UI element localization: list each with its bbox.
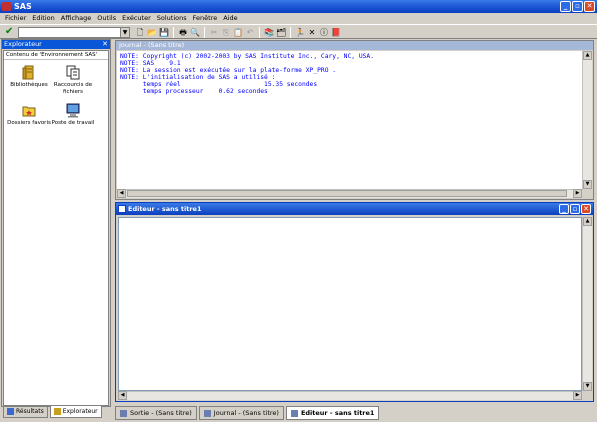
menu-aide[interactable]: Aide (220, 13, 240, 24)
menu-bar: Fichier Edition Affichage Outils Exécute… (0, 13, 597, 24)
close-icon[interactable]: ✕ (102, 40, 108, 49)
toolbar-icons: 🗋 📂 💾 🖶 🔍 ✂ ⎘ 📋 ↶ 📚 🗂 🏃 ✕ ⓘ 📕 (135, 27, 341, 38)
menu-fenetre[interactable]: Fenêtre (190, 13, 221, 24)
scroll-down-icon[interactable]: ▼ (583, 382, 592, 391)
output-icon (120, 409, 127, 417)
print-preview-icon[interactable]: 🔍 (190, 28, 200, 38)
tab-explorateur[interactable]: Explorateur (49, 406, 102, 418)
journal-window: Journal - (Sans titre) NOTE: Copyright (… (115, 40, 594, 200)
journal-title: Journal - (Sans titre) (116, 41, 593, 50)
explorer-item-bibliotheques[interactable]: Bibliothèques (6, 65, 52, 89)
clear-x-icon[interactable]: ✕ (307, 28, 317, 38)
tab-label: Résultats (16, 407, 44, 415)
tab-label: Editeur - sans titre1 (300, 409, 375, 417)
library-icon (22, 65, 36, 80)
explorer-item-raccourcis[interactable]: Raccourcis de fichiers (50, 65, 96, 96)
editor-title: Editeur - sans titre1 (128, 205, 202, 213)
window-tabs-bar: Sortie - (Sans titre) Journal - (Sans ti… (113, 404, 597, 422)
copy-icon[interactable]: ⎘ (221, 28, 231, 38)
explorer-item-label: Raccourcis de fichiers (53, 82, 93, 95)
favorite-folders-icon (22, 103, 36, 118)
scroll-right-icon[interactable]: ▶ (573, 189, 582, 198)
editor-horizontal-scrollbar[interactable]: ◀ ▶ (118, 391, 582, 400)
new-library-icon[interactable]: 📚 (264, 28, 274, 38)
scroll-up-icon[interactable]: ▲ (583, 51, 592, 60)
explorer-title: Explorateur (4, 40, 42, 48)
submit-check-icon[interactable]: ✔ (5, 26, 16, 38)
tab-label: Sortie - (Sans titre) (130, 409, 192, 417)
file-shortcuts-icon (66, 65, 80, 80)
undo-icon[interactable]: ↶ (245, 28, 255, 38)
menu-affichage[interactable]: Affichage (58, 13, 95, 24)
log-line: NOTE: Copyright (c) 2002-2003 by SAS Ins… (120, 53, 375, 60)
scroll-up-icon[interactable]: ▲ (583, 217, 592, 226)
editor-title-bar: Editeur - sans titre1 _ ▫ ✕ (116, 203, 593, 215)
editor-tab-icon (290, 409, 298, 417)
menu-outils[interactable]: Outils (94, 13, 119, 24)
help-info-icon[interactable]: ⓘ (319, 28, 329, 38)
scroll-thumb[interactable] (127, 190, 567, 197)
menu-fichier[interactable]: Fichier (2, 13, 29, 24)
scroll-left-icon[interactable]: ◀ (117, 189, 126, 198)
explorer-tab-icon (53, 408, 61, 415)
explorer-tabs: Résultats Explorateur (1, 406, 111, 420)
window-controls: _ ▫ ✕ (560, 1, 595, 12)
tab-sortie[interactable]: Sortie - (Sans titre) (115, 406, 197, 420)
explorer-item-poste-de-travail[interactable]: Poste de travail (50, 103, 96, 127)
maximize-button[interactable]: ▫ (570, 204, 580, 214)
journal-horizontal-scrollbar[interactable]: ◀ ▶ (117, 189, 582, 198)
editor-text-area[interactable] (118, 217, 582, 391)
log-icon (203, 409, 211, 417)
paste-icon[interactable]: 📋 (233, 28, 243, 38)
tab-label: Explorateur (62, 407, 98, 415)
editor-vertical-scrollbar[interactable]: ▲ ▼ (582, 217, 592, 391)
journal-vertical-scrollbar[interactable]: ▲ ▼ (582, 51, 592, 189)
open-folder-icon[interactable]: 📂 (147, 28, 157, 38)
save-icon[interactable]: 💾 (159, 28, 169, 38)
explorer-heading: Contenu de 'Environnement SAS' (4, 51, 108, 60)
window-title: SAS (14, 2, 32, 11)
print-icon[interactable]: 🖶 (178, 28, 188, 38)
menu-solutions[interactable]: Solutions (154, 13, 190, 24)
close-button[interactable]: ✕ (581, 204, 591, 214)
restore-button[interactable]: ▫ (572, 1, 583, 12)
explorer-panel: Explorateur ✕ Contenu de 'Environnement … (1, 39, 111, 407)
scroll-down-icon[interactable]: ▼ (583, 180, 592, 189)
title-bar: SAS _ ▫ ✕ (0, 0, 597, 13)
explorer-item-label: Poste de travail (51, 120, 95, 126)
new-icon[interactable]: 🗋 (135, 28, 145, 38)
sas-app-icon (2, 2, 11, 11)
explorer-item-label: Bibliothèques (10, 82, 48, 88)
explorer-icon[interactable]: 🗂 (276, 28, 286, 38)
minimize-button[interactable]: _ (559, 204, 569, 214)
scroll-left-icon[interactable]: ◀ (118, 391, 127, 400)
menu-executer[interactable]: Exécuter (119, 13, 154, 24)
explorer-content: Contenu de 'Environnement SAS' Bibliothè… (3, 50, 109, 406)
menu-edition[interactable]: Edition (29, 13, 58, 24)
my-computer-icon (66, 103, 80, 118)
editor-icon (118, 205, 126, 213)
tab-editeur[interactable]: Editeur - sans titre1 (285, 406, 380, 420)
editor-window: Editeur - sans titre1 _ ▫ ✕ ▲ ▼ ◀ ▶ (115, 202, 594, 402)
command-combo[interactable]: ▼ (18, 27, 130, 38)
tab-journal[interactable]: Journal - (Sans titre) (198, 406, 284, 420)
editor-window-controls: _ ▫ ✕ (559, 204, 591, 214)
scroll-right-icon[interactable]: ▶ (573, 391, 582, 400)
help-book-icon[interactable]: 📕 (331, 28, 341, 38)
minimize-button[interactable]: _ (560, 1, 571, 12)
tab-resultats[interactable]: Résultats (3, 406, 48, 418)
submit-run-icon[interactable]: 🏃 (295, 28, 305, 38)
chevron-down-icon[interactable]: ▼ (120, 28, 129, 37)
explorer-item-dossiers-favoris[interactable]: Dossiers favoris (6, 103, 52, 127)
results-icon (7, 408, 14, 415)
explorer-item-label: Dossiers favoris (7, 120, 51, 126)
toolbar: ✔ ▼ 🗋 📂 💾 🖶 🔍 ✂ ⎘ 📋 ↶ 📚 🗂 🏃 ✕ ⓘ 📕 (0, 24, 597, 39)
explorer-title-bar: Explorateur ✕ (2, 40, 110, 49)
cut-icon[interactable]: ✂ (209, 28, 219, 38)
tab-label: Journal - (Sans titre) (213, 409, 279, 417)
close-button[interactable]: ✕ (584, 1, 595, 12)
journal-log[interactable]: NOTE: Copyright (c) 2002-2003 by SAS Ins… (117, 51, 582, 189)
log-line: temps processeur 0.62 secondes (120, 87, 268, 95)
